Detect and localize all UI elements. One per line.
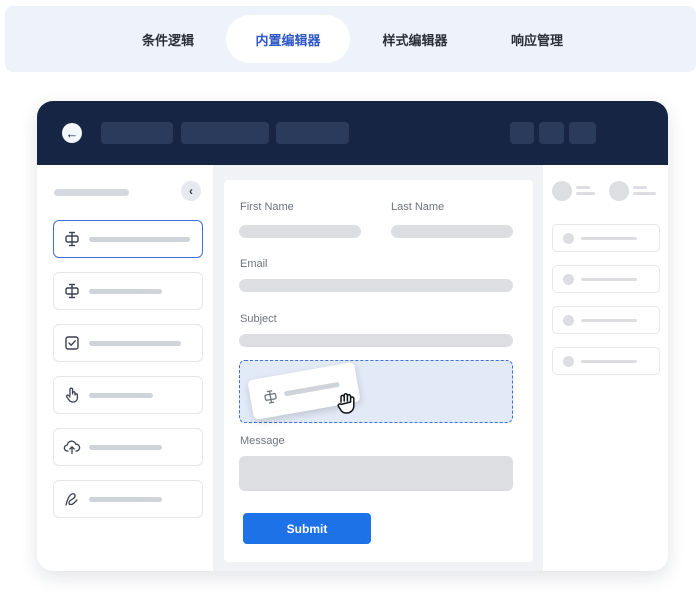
last-name-field[interactable] <box>391 225 513 238</box>
palette-heading-placeholder <box>54 189 129 196</box>
palette-item-label-placeholder <box>89 289 162 294</box>
first-name-label: First Name <box>240 201 294 213</box>
grab-hand-icon <box>337 393 355 414</box>
properties-line-placeholder <box>633 192 656 195</box>
properties-avatar-placeholder <box>609 181 629 201</box>
palette-item-checkbox[interactable] <box>53 324 203 362</box>
email-label: Email <box>240 258 268 270</box>
tab-conditional-logic[interactable]: 条件逻辑 <box>118 15 218 63</box>
properties-avatar-placeholder <box>552 181 572 201</box>
palette-item-label-placeholder <box>89 393 153 398</box>
text-cursor-icon <box>264 390 277 404</box>
feature-showcase: 条件逻辑 内置编辑器 样式编辑器 响应管理 ← ‹ First Name Las… <box>0 0 696 592</box>
submit-button[interactable]: Submit <box>243 513 371 544</box>
property-dot <box>563 233 574 244</box>
message-textarea[interactable] <box>239 456 513 491</box>
signature-icon <box>65 493 78 506</box>
palette-item-label-placeholder <box>89 341 181 346</box>
upload-cloud-icon <box>63 440 81 455</box>
collapse-palette-button[interactable]: ‹ <box>181 181 201 201</box>
tab-style-editor[interactable]: 样式编辑器 <box>365 15 465 63</box>
property-dot <box>563 274 574 285</box>
properties-panel <box>543 165 668 571</box>
palette-item-file-upload[interactable] <box>53 428 203 466</box>
toolbar-placeholder <box>181 122 269 144</box>
checkbox-icon <box>65 336 79 350</box>
properties-line-placeholder <box>576 186 590 189</box>
property-row[interactable] <box>552 306 660 334</box>
property-dot <box>563 315 574 326</box>
last-name-label: Last Name <box>391 201 445 213</box>
text-cursor-icon <box>65 231 79 247</box>
message-label: Message <box>240 435 285 447</box>
property-line-placeholder <box>581 319 637 322</box>
property-dot <box>563 356 574 367</box>
palette-item-text-field[interactable] <box>53 220 203 258</box>
toolbar-placeholder <box>101 122 173 144</box>
text-cursor-icon <box>65 283 79 299</box>
palette-item-label-placeholder <box>89 237 190 242</box>
property-row[interactable] <box>552 347 660 375</box>
toolbar-action-placeholder <box>510 122 534 144</box>
first-name-field[interactable] <box>239 225 361 238</box>
properties-line-placeholder <box>576 192 595 195</box>
dragged-field-label-placeholder <box>283 381 340 397</box>
property-row[interactable] <box>552 265 660 293</box>
pointer-hand-icon <box>65 387 79 403</box>
palette-item-label-placeholder <box>89 497 162 502</box>
back-button[interactable]: ← <box>62 123 82 143</box>
property-row[interactable] <box>552 224 660 252</box>
email-field[interactable] <box>239 279 513 292</box>
palette-item-label-placeholder <box>89 445 162 450</box>
tab-built-in-editor[interactable]: 内置编辑器 <box>226 15 350 63</box>
field-palette: ‹ <box>37 165 213 571</box>
toolbar-action-placeholder <box>539 122 564 144</box>
form-builder-window: ← ‹ First Name Last Name Email Subject M… <box>37 101 668 571</box>
tab-response-management[interactable]: 响应管理 <box>487 15 587 63</box>
subject-label: Subject <box>240 313 277 325</box>
toolbar-action-placeholder <box>569 122 596 144</box>
properties-line-placeholder <box>633 186 647 189</box>
chevron-left-icon: ‹ <box>189 184 193 198</box>
palette-item-button[interactable] <box>53 376 203 414</box>
toolbar-placeholder <box>276 122 349 144</box>
feature-tab-bar: 条件逻辑 内置编辑器 样式编辑器 响应管理 <box>5 6 696 72</box>
builder-top-bar: ← <box>37 101 668 165</box>
subject-field[interactable] <box>239 334 513 347</box>
arrow-left-icon: ← <box>65 125 79 141</box>
property-line-placeholder <box>581 278 637 281</box>
property-line-placeholder <box>581 360 637 363</box>
palette-item-text-field[interactable] <box>53 272 203 310</box>
property-line-placeholder <box>581 237 637 240</box>
palette-item-signature[interactable] <box>53 480 203 518</box>
